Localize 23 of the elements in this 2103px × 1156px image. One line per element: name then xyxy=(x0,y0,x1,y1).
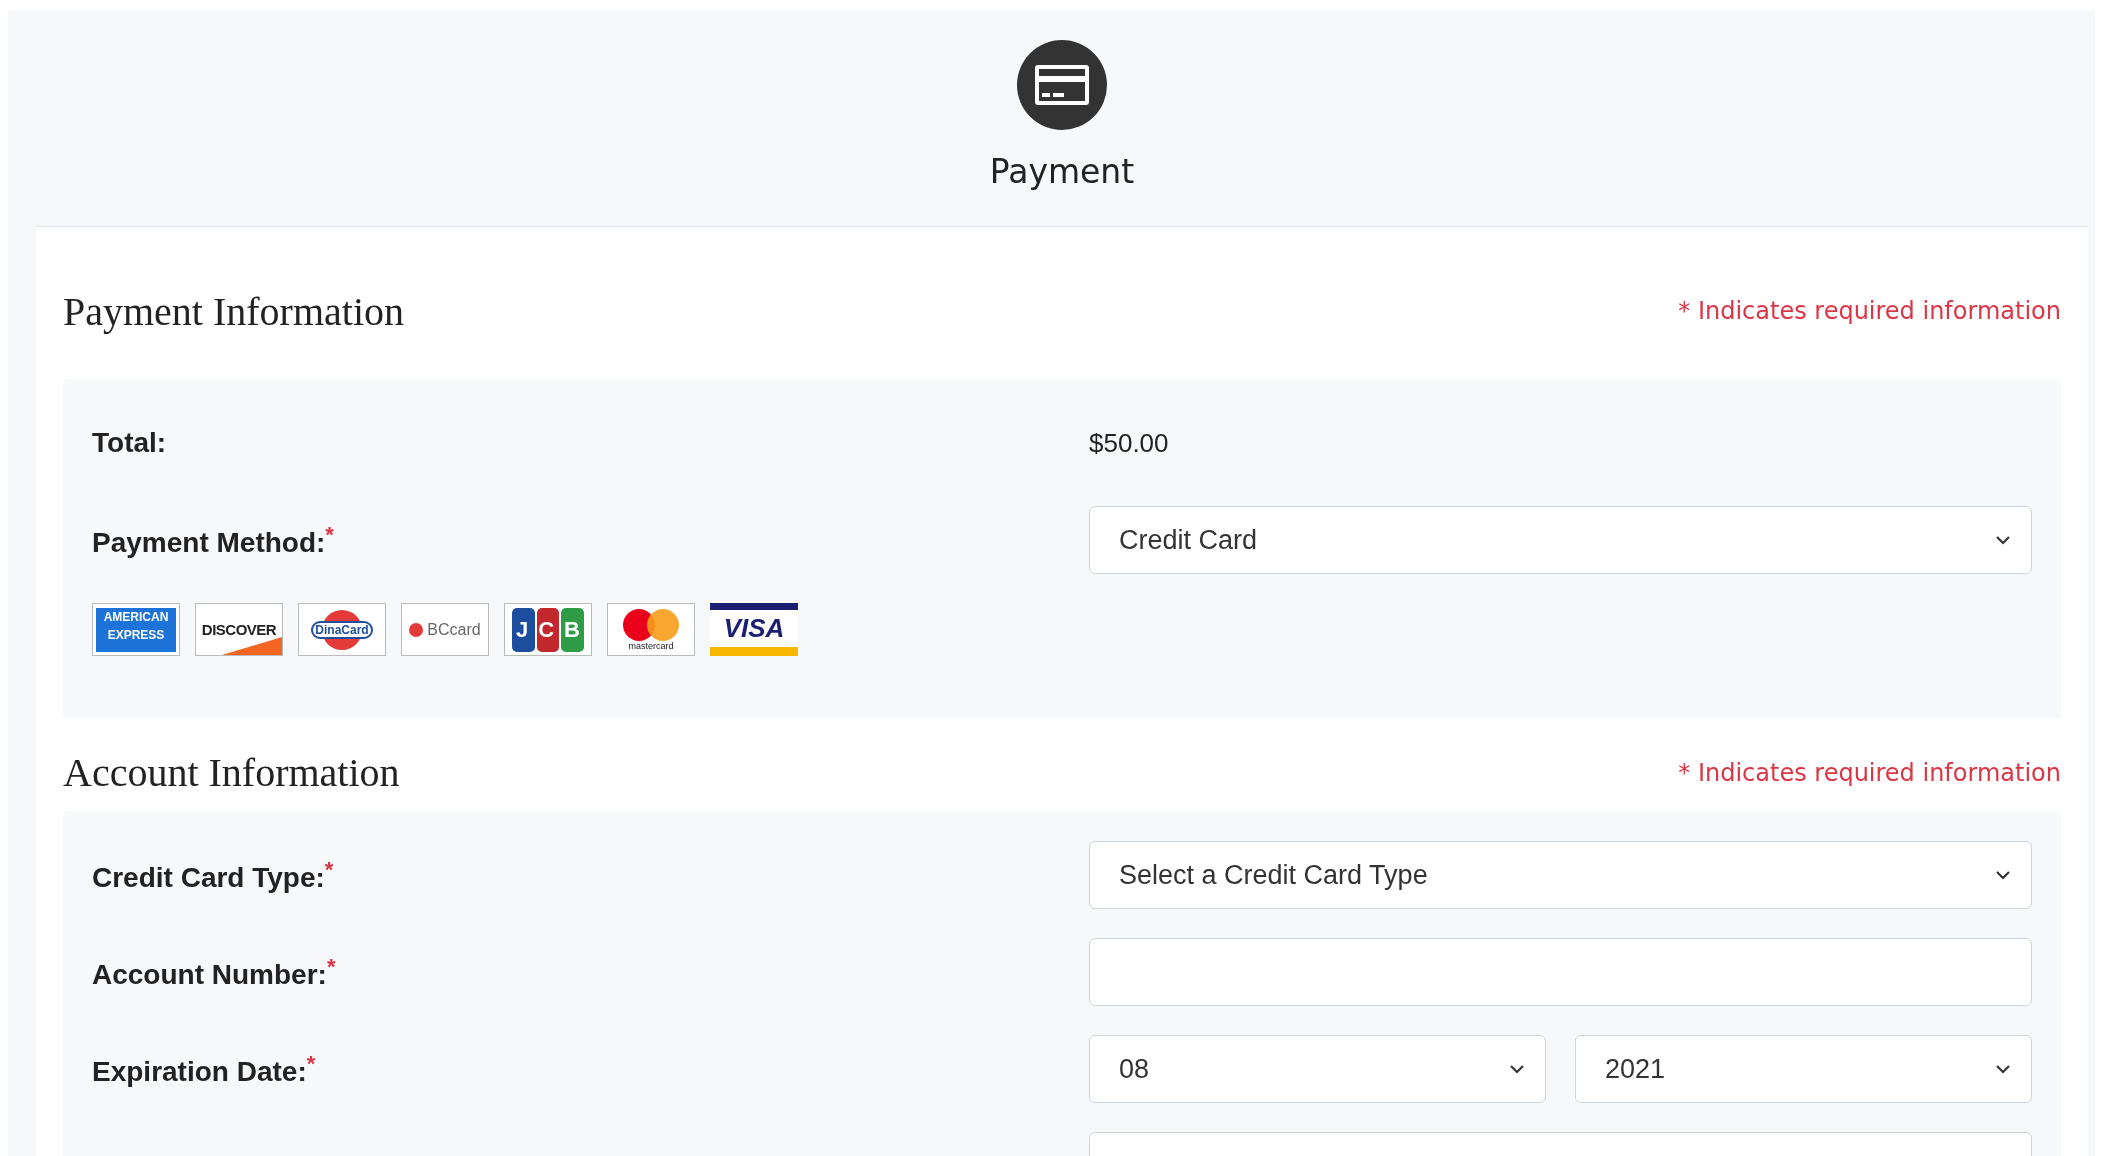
field-label: Expiration Date:$^{*}$ xyxy=(92,1055,316,1087)
card-logo: BCcard xyxy=(401,603,489,656)
section-heading: Payment Information xyxy=(63,287,405,335)
card-logo: AMERICAN EXPRESS xyxy=(92,603,180,656)
year-dropdown[interactable]: 2021 xyxy=(1575,1035,2032,1103)
required-note: * Indicates required information xyxy=(1678,758,2061,787)
card-logo: VISA xyxy=(710,603,798,656)
dropdown-field[interactable]: Credit Card xyxy=(1089,506,2032,574)
card-logo: DinaCard xyxy=(298,603,386,656)
required-note: * Indicates required information xyxy=(1678,297,2061,325)
credit-card-icon xyxy=(1017,40,1107,130)
month-dropdown[interactable]: 08 xyxy=(1089,1035,1546,1103)
field-label: Payment Method:$^{*}$ xyxy=(92,526,334,558)
dropdown-field[interactable]: Select a Credit Card Type xyxy=(1089,841,2032,909)
field-label: Credit Card Type:$^{*}$ xyxy=(92,861,334,893)
section-heading: Account Information xyxy=(63,749,400,796)
field-label: Account Number:$^{*}$ xyxy=(92,958,336,990)
input-field[interactable] xyxy=(1089,938,2032,1006)
total-amount: $50.00 xyxy=(1089,427,1169,458)
card-logo: DISCOVER xyxy=(195,603,283,656)
page-title: Payment xyxy=(989,152,1135,191)
field-label: Total: xyxy=(92,427,167,458)
card-logo: mastercard xyxy=(607,603,695,656)
